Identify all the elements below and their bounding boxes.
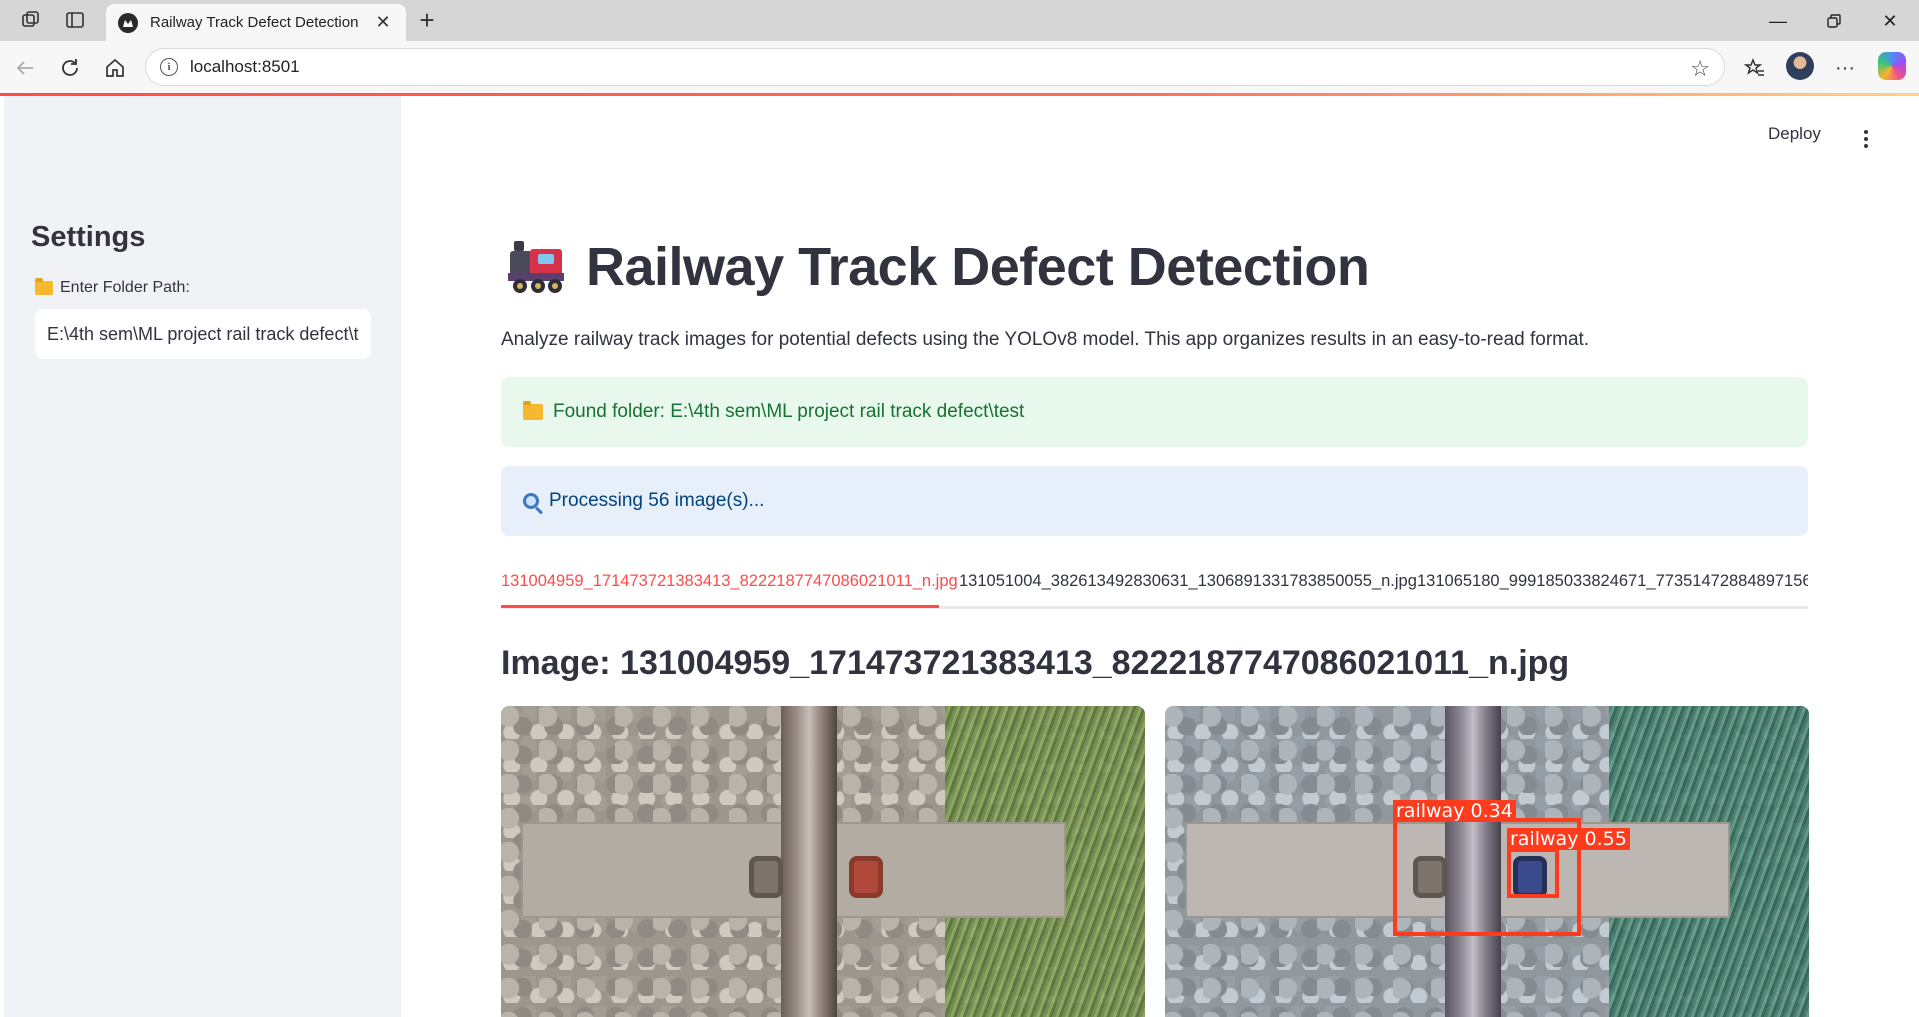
info-alert: Processing 56 image(s)... (501, 466, 1808, 536)
refresh-icon[interactable] (55, 53, 85, 83)
streamlit-favicon-icon (118, 12, 138, 33)
restore-icon[interactable] (1814, 6, 1854, 36)
folder-icon (523, 401, 543, 420)
workspaces-icon[interactable] (18, 8, 44, 32)
browser-tab-active[interactable]: Railway Track Defect Detection ✕ (106, 4, 406, 41)
close-window-icon[interactable]: ✕ (1870, 6, 1910, 36)
page-title: Railway Track Defect Detection (508, 236, 1370, 298)
info-alert-text: Processing 56 image(s)... (549, 490, 765, 511)
detection-label-2: railway 0.55 (1507, 828, 1630, 850)
profile-avatar[interactable] (1786, 52, 1814, 80)
favorite-star-icon[interactable]: ☆ (1690, 56, 1710, 82)
folder-path-input[interactable] (35, 309, 371, 359)
success-alert: Found folder: E:\4th sem\ML project rail… (501, 377, 1808, 447)
folder-icon (35, 278, 53, 295)
original-image (501, 706, 1145, 1017)
back-icon[interactable] (10, 53, 40, 83)
tab-image-1[interactable]: 131004959_171473721383413_82221877470860… (501, 572, 958, 591)
deploy-button[interactable]: Deploy (1768, 124, 1821, 144)
site-info-icon[interactable]: i (160, 58, 178, 76)
browser-tab-title: Railway Track Defect Detection (150, 14, 359, 31)
vertical-tabs-icon[interactable] (62, 8, 88, 32)
detection-result-image: railway 0.34 railway 0.55 (1165, 706, 1809, 1017)
main-menu-icon[interactable] (1858, 130, 1874, 160)
folder-path-label-text: Enter Folder Path: (60, 279, 190, 296)
tab-image-2[interactable]: 131051004_382613492830631_13068913317838… (959, 572, 1417, 591)
active-tab-indicator (501, 605, 939, 608)
favorites-icon[interactable] (1740, 53, 1770, 83)
locomotive-icon (508, 239, 566, 295)
minimize-icon[interactable]: — (1758, 6, 1798, 36)
new-tab-icon[interactable]: + (414, 6, 440, 34)
browser-titlebar: Railway Track Defect Detection ✕ + — ✕ (0, 0, 1919, 41)
magnifier-icon (523, 493, 539, 509)
tab-image-3[interactable]: 131065180_999185033824671_77351472884897… (1417, 572, 1808, 591)
sidebar-title: Settings (31, 221, 146, 253)
success-alert-text: Found folder: E:\4th sem\ML project rail… (553, 401, 1025, 422)
app-description: Analyze railway track images for potenti… (501, 329, 1590, 350)
home-icon[interactable] (100, 53, 130, 83)
detection-box-2 (1507, 848, 1559, 898)
detection-label-1: railway 0.34 (1393, 800, 1516, 822)
tab-close-icon[interactable]: ✕ (372, 12, 394, 33)
page-title-text: Railway Track Defect Detection (586, 237, 1370, 297)
image-heading: Image: 131004959_171473721383413_8222187… (501, 644, 1570, 682)
folder-path-label: Enter Folder Path: (35, 278, 190, 297)
copilot-icon[interactable] (1878, 52, 1906, 80)
image-tabs: 131004959_171473721383413_82221877470860… (501, 566, 1808, 609)
more-menu-icon[interactable]: ··· (1830, 53, 1860, 83)
address-bar-row: i localhost:8501 ☆ ··· (0, 41, 1919, 94)
url-field[interactable]: i localhost:8501 ☆ (145, 48, 1725, 86)
url-text: localhost:8501 (190, 57, 300, 76)
